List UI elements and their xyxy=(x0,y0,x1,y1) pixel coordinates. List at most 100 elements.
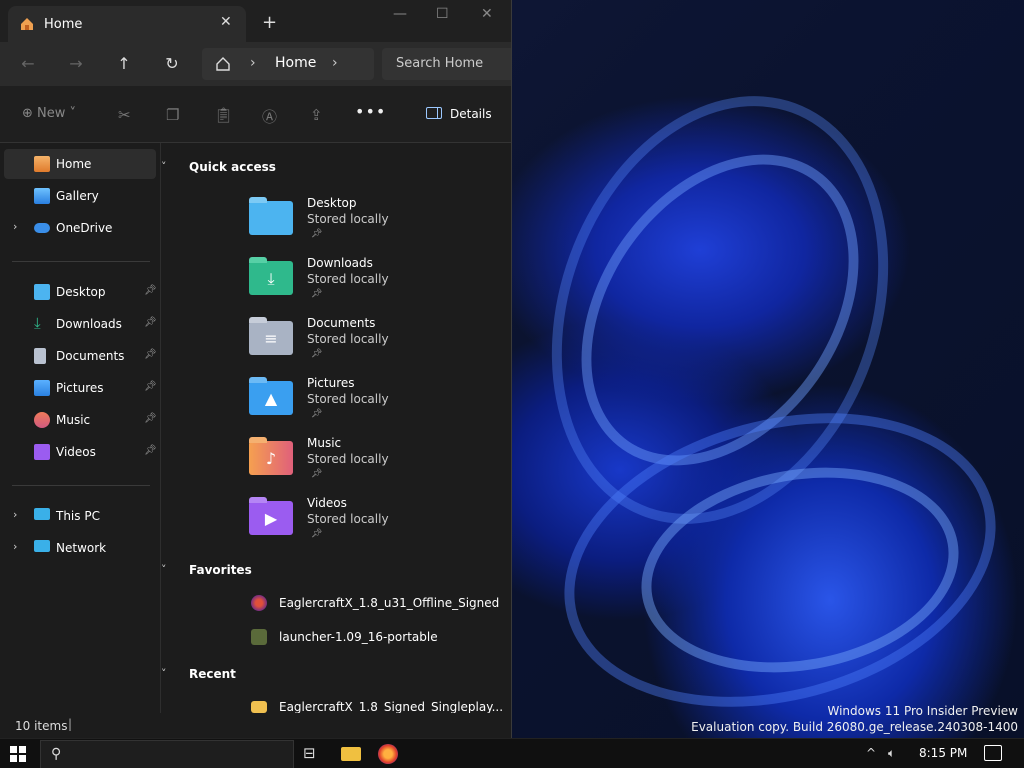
maximize-icon[interactable]: ☐ xyxy=(436,6,449,22)
cloud-icon xyxy=(34,223,50,233)
item-location: Stored locally xyxy=(307,332,389,346)
sidebar-label: Network xyxy=(56,541,107,555)
chevron-down-icon[interactable]: ˅ xyxy=(161,563,167,576)
copy-icon[interactable]: ❐ xyxy=(166,106,179,124)
clock[interactable]: 8:15 PM xyxy=(919,746,967,760)
pin-icon[interactable]: 📌︎ xyxy=(144,285,157,296)
chevron-right-icon[interactable]: › xyxy=(332,55,338,71)
notification-center-icon[interactable] xyxy=(984,745,1002,761)
chevron-right-icon[interactable]: › xyxy=(13,508,17,521)
item-location: Stored locally xyxy=(307,212,389,226)
quick-access-item-desktop[interactable]: Desktop Stored locally 📌︎ xyxy=(247,196,487,252)
chevron-right-icon[interactable]: › xyxy=(13,540,17,553)
sidebar-item-gallery[interactable]: Gallery xyxy=(4,181,156,211)
app-icon xyxy=(251,629,267,645)
quick-access-item-videos[interactable]: ▶ Videos Stored locally 📌︎ xyxy=(247,496,487,552)
section-title: Favorites xyxy=(189,563,252,577)
music-icon xyxy=(34,412,50,428)
item-name: Documents xyxy=(307,316,376,330)
desktop-folder-icon xyxy=(34,284,50,300)
file-explorer-window: Home ✕ + — ☐ ✕ ← → ↑ ↻ › Home › Search H… xyxy=(0,0,512,738)
close-window-icon[interactable]: ✕ xyxy=(481,6,493,22)
home-icon xyxy=(34,156,50,172)
back-icon[interactable]: ← xyxy=(18,54,38,73)
sidebar-item-desktop[interactable]: Desktop 📌︎ xyxy=(4,277,157,307)
sidebar-item-downloads[interactable]: ⤓ Downloads 📌︎ xyxy=(4,309,157,339)
taskbar-search-box[interactable]: ⚲ xyxy=(40,740,294,768)
section-favorites[interactable]: ˅ Favorites xyxy=(161,563,252,577)
pin-icon[interactable]: 📌︎ xyxy=(144,445,157,456)
start-button[interactable] xyxy=(10,746,26,762)
more-options-icon[interactable]: ••• xyxy=(355,102,386,121)
pin-icon: 📌︎ xyxy=(311,229,323,239)
paste-icon[interactable]: 📋︎ xyxy=(214,106,233,124)
cut-icon[interactable]: ✂ xyxy=(118,106,131,124)
quick-access-item-music[interactable]: ♪ Music Stored locally 📌︎ xyxy=(247,436,487,492)
section-recent[interactable]: ˅ Recent xyxy=(161,667,236,681)
desktop-folder-icon xyxy=(249,197,293,235)
sidebar-item-network[interactable]: › Network xyxy=(4,533,156,563)
tab-home[interactable]: Home ✕ xyxy=(8,6,246,42)
sidebar-item-music[interactable]: Music 📌︎ xyxy=(4,405,157,435)
chevron-right-icon[interactable]: › xyxy=(13,220,17,233)
new-button[interactable]: ⊕ New ˅ xyxy=(22,106,76,121)
close-tab-icon[interactable]: ✕ xyxy=(220,14,232,30)
sidebar-label: Gallery xyxy=(56,189,99,203)
watermark-line-1: Windows 11 Pro Insider Preview xyxy=(827,704,1018,718)
share-icon[interactable]: ⇪ xyxy=(310,106,323,124)
task-view-icon[interactable]: ⊟ xyxy=(303,744,323,764)
search-box[interactable]: Search Home xyxy=(382,48,511,80)
refresh-icon[interactable]: ↻ xyxy=(162,54,182,73)
firefox-taskbar-icon[interactable] xyxy=(378,744,398,764)
picture-icon xyxy=(34,380,50,396)
details-pane-icon xyxy=(426,107,442,119)
favorite-item[interactable]: EaglercraftX_1.8_u31_Offline_Signed xyxy=(247,593,507,615)
sidebar-item-pictures[interactable]: Pictures 📌︎ xyxy=(4,373,157,403)
sidebar-item-documents[interactable]: Documents 📌︎ xyxy=(4,341,157,371)
watermark-line-2: Evaluation copy. Build 26080.ge_release.… xyxy=(691,720,1018,734)
chevron-down-icon[interactable]: ˅ xyxy=(161,667,167,680)
pin-icon: 📌︎ xyxy=(311,409,323,419)
title-bar: Home ✕ + — ☐ ✕ xyxy=(0,0,511,48)
pin-icon: 📌︎ xyxy=(311,469,323,479)
file-name: launcher-1.09_16-portable xyxy=(279,630,438,644)
navigation-bar: ← → ↑ ↻ › Home › Search Home xyxy=(0,42,511,86)
pin-icon[interactable]: 📌︎ xyxy=(144,317,157,328)
minimize-icon[interactable]: — xyxy=(393,6,407,22)
sidebar-label: Home xyxy=(56,157,92,171)
content-pane: ˅ Quick access Desktop Stored locally 📌︎… xyxy=(161,143,511,714)
pin-icon[interactable]: 📌︎ xyxy=(144,381,157,392)
file-explorer-taskbar-icon[interactable] xyxy=(341,747,361,761)
item-name: Videos xyxy=(307,496,347,510)
details-button[interactable]: Details xyxy=(426,107,492,121)
sidebar-item-videos[interactable]: Videos 📌︎ xyxy=(4,437,157,467)
forward-icon[interactable]: → xyxy=(66,54,86,73)
pin-icon[interactable]: 📌︎ xyxy=(144,349,157,360)
sidebar-item-this-pc[interactable]: › This PC xyxy=(4,501,156,531)
tab-title: Home xyxy=(44,17,83,32)
pin-icon: 📌︎ xyxy=(311,529,323,539)
chevron-down-icon[interactable]: ˅ xyxy=(161,160,167,173)
favorite-item[interactable]: launcher-1.09_16-portable xyxy=(247,627,507,649)
pictures-folder-icon: ▲ xyxy=(249,377,293,415)
section-quick-access[interactable]: ˅ Quick access xyxy=(161,160,276,174)
quick-access-item-documents[interactable]: ≡ Documents Stored locally 📌︎ xyxy=(247,316,487,372)
pin-icon[interactable]: 📌︎ xyxy=(144,413,157,424)
downloads-folder-icon: ⤓ xyxy=(249,257,293,295)
item-name: Downloads xyxy=(307,256,373,270)
volume-muted-icon[interactable]: 🔈︎ xyxy=(888,746,895,761)
new-tab-icon[interactable]: + xyxy=(262,12,277,33)
rename-icon[interactable]: Ⓐ xyxy=(262,106,277,127)
sidebar-item-onedrive[interactable]: › OneDrive xyxy=(4,213,156,243)
up-icon[interactable]: ↑ xyxy=(114,54,134,73)
quick-access-item-pictures[interactable]: ▲ Pictures Stored locally 📌︎ xyxy=(247,376,487,432)
breadcrumb-home[interactable]: Home xyxy=(275,55,316,71)
taskbar: ⚲ ⊟ ^ 🔈︎ 8:15 PM xyxy=(0,738,1024,768)
pin-icon: 📌︎ xyxy=(311,289,323,299)
address-bar[interactable]: › Home › xyxy=(202,48,374,80)
quick-access-item-downloads[interactable]: ⤓ Downloads Stored locally 📌︎ xyxy=(247,256,487,312)
sidebar-label: Pictures xyxy=(56,381,104,395)
sidebar-item-home[interactable]: Home xyxy=(4,149,156,179)
item-location: Stored locally xyxy=(307,392,389,406)
show-hidden-icons-icon[interactable]: ^ xyxy=(866,746,876,760)
